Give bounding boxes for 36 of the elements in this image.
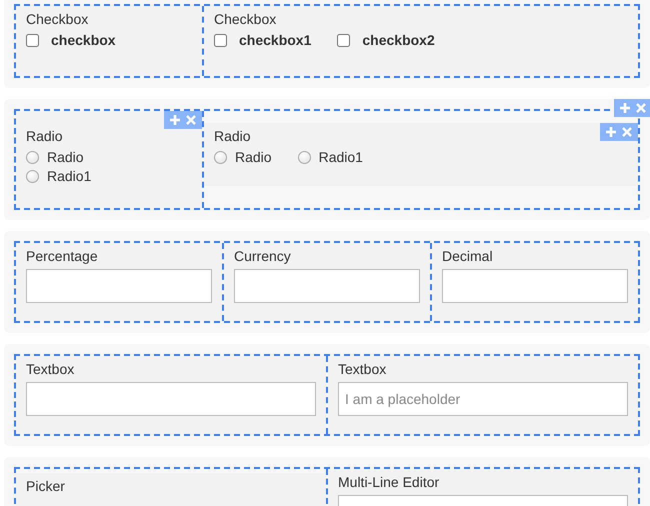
field-label: Percentage (26, 247, 98, 265)
field-label: Checkbox (214, 10, 276, 28)
plus-icon[interactable] (169, 114, 181, 126)
input-field[interactable] (442, 269, 628, 303)
radio-button[interactable] (26, 150, 39, 164)
field-label: Radio (26, 127, 63, 145)
checkbox-label: checkbox (51, 32, 116, 48)
plus-icon[interactable] (605, 126, 617, 138)
close-icon[interactable] (621, 126, 633, 138)
field-label: Multi-Line Editor (338, 473, 440, 491)
checkbox-label: checkbox1 (239, 32, 312, 48)
checkbox[interactable] (214, 34, 227, 46)
input-field[interactable] (234, 269, 420, 303)
field-label: Textbox (26, 360, 74, 378)
radio-label: Radio1 (47, 168, 92, 184)
input-field[interactable]: I am a placeholder (338, 382, 628, 416)
radio-button[interactable] (214, 150, 227, 164)
close-icon[interactable] (185, 114, 197, 126)
input-field[interactable] (26, 382, 316, 416)
field-label: Checkbox (26, 10, 88, 28)
radio-label: Radio1 (318, 149, 363, 165)
field-label: Radio (214, 127, 251, 145)
checkbox[interactable] (337, 34, 350, 46)
input-field[interactable] (26, 269, 212, 303)
checkbox-label: checkbox2 (362, 32, 435, 48)
radio-label: Radio (235, 149, 272, 165)
radio-button[interactable] (26, 170, 39, 182)
field-label: Textbox (338, 360, 386, 378)
close-icon[interactable] (635, 102, 647, 114)
field-label: Decimal (442, 247, 493, 265)
field-label: Currency (234, 247, 291, 265)
field-label: Picker (26, 477, 65, 495)
checkbox[interactable] (26, 34, 39, 46)
radio-label: Radio (47, 149, 84, 165)
plus-icon[interactable] (619, 102, 631, 114)
radio-button[interactable] (298, 150, 311, 164)
